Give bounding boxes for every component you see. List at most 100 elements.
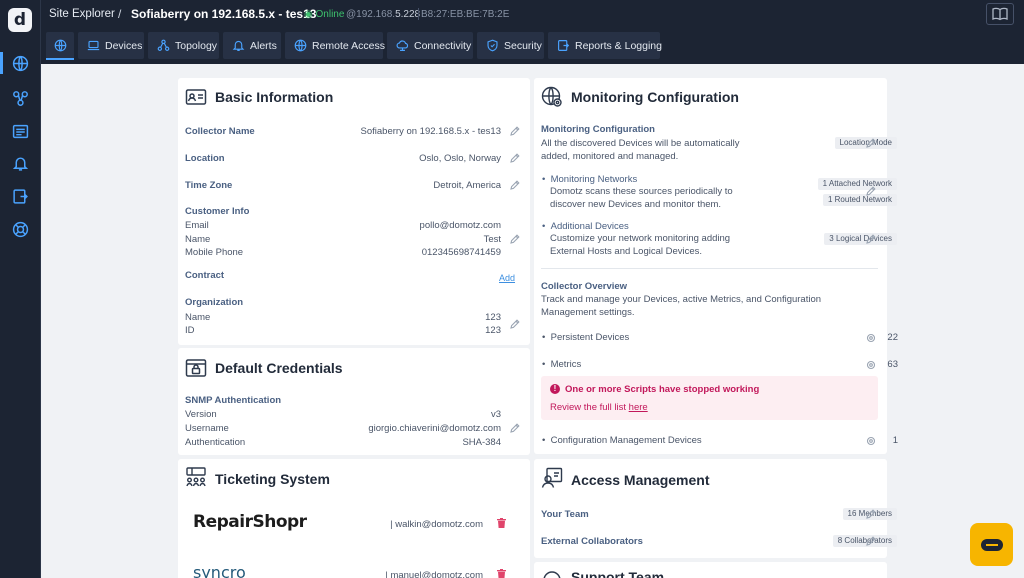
tab-topology[interactable]: Topology xyxy=(148,32,219,59)
header-divider xyxy=(418,8,419,20)
edit-monitoring-mode-pencil-icon[interactable] xyxy=(866,138,876,148)
tab-topology-label: Topology xyxy=(175,39,218,52)
config-mgmt-devices-label: • Configuration Management Devices xyxy=(542,435,702,446)
support-headset-icon xyxy=(541,568,563,578)
collector-name-label: Collector Name xyxy=(185,126,255,137)
edit-organization-pencil-icon[interactable] xyxy=(510,319,520,329)
list-view-icon[interactable] xyxy=(12,123,29,140)
metrics-count: 63 xyxy=(887,359,898,370)
tab-remote-access[interactable]: Remote Access xyxy=(285,32,385,59)
repairshopr-account: | walkin@domotz.com xyxy=(390,519,483,530)
edit-team-pencil-icon[interactable] xyxy=(866,509,876,519)
alert-exclamation-icon: ! xyxy=(550,384,560,394)
edit-collector-name-pencil-icon[interactable] xyxy=(510,126,520,136)
topology-icon xyxy=(157,39,170,51)
scripts-alert-banner: ! One or more Scripts have stopped worki… xyxy=(541,376,878,420)
bell-icon[interactable] xyxy=(12,155,29,172)
edit-location-pencil-icon[interactable] xyxy=(510,153,520,163)
snmp-authentication-value: SHA-384 xyxy=(462,437,501,448)
snmp-version-value: v3 xyxy=(490,409,501,420)
tab-active-indicator xyxy=(46,58,74,60)
edit-collaborators-pencil-icon[interactable] xyxy=(866,536,876,546)
collector-ip-prefix: @192.168. xyxy=(346,9,396,20)
persistent-devices-count: 22 xyxy=(887,332,898,343)
config-mgmt-gear-icon[interactable] xyxy=(866,436,876,446)
edit-monitoring-networks-pencil-icon[interactable] xyxy=(866,186,876,196)
metrics-gear-icon[interactable] xyxy=(866,360,876,370)
additional-devices-text: Additional Devices xyxy=(550,221,629,232)
support-team-title: Support Team xyxy=(571,569,665,578)
monitoring-config-section-label: Monitoring Configuration xyxy=(541,124,655,135)
app-title[interactable]: Site Explorer xyxy=(49,8,115,20)
email-label: Email xyxy=(185,220,209,231)
add-contract-link[interactable]: Add xyxy=(499,273,515,283)
snmp-auth-label: SNMP Authentication xyxy=(185,395,282,406)
collector-ip-suffix: 5.228 xyxy=(395,9,421,20)
location-value: Oslo, Oslo, Norway xyxy=(419,153,501,164)
delete-syncro-trash-icon[interactable] xyxy=(497,569,506,578)
edit-timezone-pencil-icon[interactable] xyxy=(510,180,520,190)
org-name-label: Name xyxy=(185,312,211,323)
network-nodes-icon[interactable] xyxy=(12,90,29,107)
laptop-icon xyxy=(87,40,100,51)
metrics-label: • Metrics xyxy=(542,359,582,370)
user-access-icon xyxy=(541,467,563,489)
snmp-version-label: Version xyxy=(185,409,217,420)
ticketing-system-title: Ticketing System xyxy=(215,471,330,487)
tab-devices[interactable]: Devices xyxy=(78,32,144,59)
contract-label: Contract xyxy=(185,270,225,281)
collector-mac: B8:27:EB:BE:7B:2E xyxy=(421,9,510,20)
metrics-text: Metrics xyxy=(550,359,582,370)
tab-alerts-label: Alerts xyxy=(250,39,277,52)
additional-devices-label: • Additional Devices xyxy=(542,221,629,232)
edit-additional-devices-pencil-icon[interactable] xyxy=(866,234,876,244)
tab-alerts[interactable]: Alerts xyxy=(223,32,281,59)
edit-customer-info-pencil-icon[interactable] xyxy=(510,234,520,244)
tab-overview[interactable] xyxy=(46,32,74,59)
persistent-devices-gear-icon[interactable] xyxy=(866,333,876,343)
name-value: Test xyxy=(483,234,501,245)
timezone-label: Time Zone xyxy=(185,180,233,191)
tab-security[interactable]: Security xyxy=(477,32,544,59)
your-team-label: Your Team xyxy=(541,509,589,520)
tab-reports-logging[interactable]: Reports & Logging xyxy=(548,32,662,59)
additional-devices-description: Customize your network monitoring adding… xyxy=(550,233,731,257)
export-icon[interactable] xyxy=(12,188,29,205)
snmp-authentication-label: Authentication xyxy=(185,437,246,448)
globe-network-icon[interactable] xyxy=(12,55,29,72)
monitoring-networks-text: Monitoring Networks xyxy=(550,174,638,185)
attached-network-badge: 1 Attached Network xyxy=(817,178,897,190)
mobile-phone-label: Mobile Phone xyxy=(185,247,244,258)
edit-credentials-pencil-icon[interactable] xyxy=(510,423,520,433)
logical-devices-badge: 3 Logical Devices xyxy=(824,233,897,245)
timezone-value: Detroit, America xyxy=(433,180,501,191)
tab-reports-logging-label: Reports & Logging xyxy=(575,39,662,52)
tab-connectivity-label: Connectivity xyxy=(414,39,472,52)
tab-remote-access-label: Remote Access xyxy=(312,39,385,52)
default-credentials-title: Default Credentials xyxy=(215,360,343,376)
monitoring-networks-label: • Monitoring Networks xyxy=(542,174,638,185)
config-mgmt-devices-text: Configuration Management Devices xyxy=(550,435,702,446)
tab-connectivity[interactable]: Connectivity xyxy=(387,32,473,59)
documentation-button[interactable] xyxy=(986,3,1014,25)
online-status: ◉ Online xyxy=(304,9,344,20)
external-collaborators-label: External Collaborators xyxy=(541,536,643,547)
support-lifebuoy-icon[interactable] xyxy=(12,221,29,238)
access-management-title: Access Management xyxy=(571,472,710,488)
site-tabs: Devices Topology Alerts Remote Access Co… xyxy=(41,32,1024,60)
persistent-devices-label: • Persistent Devices xyxy=(542,332,630,343)
domotz-logo[interactable]: d xyxy=(8,8,32,32)
syncro-account: | manuel@domotz.com xyxy=(385,570,483,578)
online-status-label: Online xyxy=(315,9,345,20)
org-id-label: ID xyxy=(185,325,195,336)
location-label: Location xyxy=(185,153,225,164)
repairshopr-logo: RepairShopr xyxy=(193,512,307,532)
scripts-alert-link[interactable]: here xyxy=(629,402,648,413)
organization-label: Organization xyxy=(185,297,244,308)
name-label: Name xyxy=(185,234,211,245)
chat-support-button[interactable] xyxy=(970,523,1013,566)
delete-repairshopr-trash-icon[interactable] xyxy=(497,518,506,528)
monitoring-divider xyxy=(541,268,878,269)
bell-icon xyxy=(232,40,245,51)
routed-network-badge: 1 Routed Network xyxy=(822,194,897,206)
